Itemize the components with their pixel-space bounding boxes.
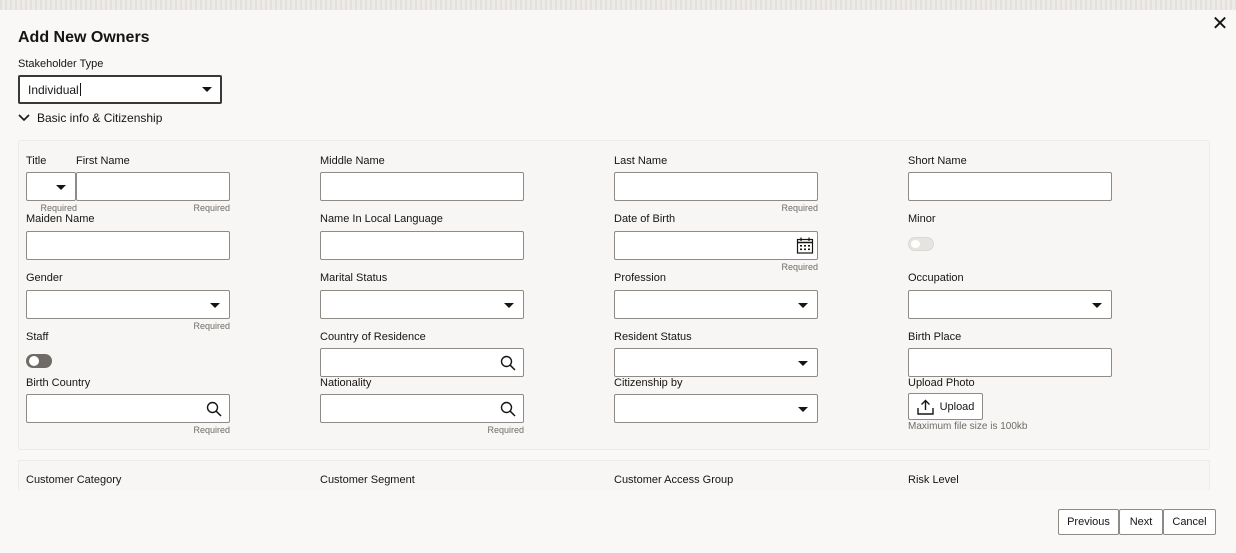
- short-name-input[interactable]: [908, 172, 1112, 201]
- stakeholder-type-select[interactable]: Individual: [18, 75, 222, 104]
- next-button[interactable]: Next: [1119, 509, 1163, 535]
- upload-icon: [916, 399, 934, 415]
- middle-name-label: Middle Name: [320, 155, 385, 167]
- birth-place-label: Birth Place: [908, 331, 962, 343]
- gender-select[interactable]: [26, 290, 230, 319]
- citizenship-by-label: Citizenship by: [614, 377, 683, 389]
- title-select[interactable]: [26, 172, 76, 201]
- section-label: Basic info & Citizenship: [37, 111, 163, 125]
- staff-label: Staff: [26, 331, 49, 343]
- marital-status-label: Marital Status: [320, 272, 388, 284]
- birth-country-input[interactable]: [26, 394, 230, 423]
- stakeholder-type-value: Individual: [28, 83, 79, 97]
- nationality-input[interactable]: [320, 394, 524, 423]
- last-name-input[interactable]: [614, 172, 818, 201]
- previous-button[interactable]: Previous: [1058, 509, 1119, 535]
- title-required: Required: [40, 203, 77, 213]
- name-local-label: Name In Local Language: [320, 213, 443, 225]
- maiden-name-label: Maiden Name: [26, 213, 95, 225]
- profession-select[interactable]: [614, 290, 818, 319]
- resident-status-select[interactable]: [614, 348, 818, 377]
- nationality-label: Nationality: [320, 377, 372, 389]
- maiden-name-input[interactable]: [26, 231, 230, 260]
- upload-hint: Maximum file size is 100kb: [908, 421, 1028, 432]
- occupation-label: Occupation: [908, 272, 964, 284]
- customer-category-label: Customer Category: [26, 474, 122, 486]
- dob-required: Required: [781, 262, 818, 272]
- customer-segment-label: Customer Segment: [320, 474, 415, 486]
- dob-input[interactable]: [614, 231, 818, 260]
- chevron-down-icon: [202, 87, 212, 92]
- last-name-required: Required: [781, 203, 818, 213]
- chevron-down-icon: [18, 114, 30, 122]
- name-local-input[interactable]: [320, 231, 524, 260]
- occupation-select[interactable]: [908, 290, 1112, 319]
- search-icon[interactable]: [500, 355, 516, 371]
- section-toggle-basic-info[interactable]: Basic info & Citizenship: [18, 111, 162, 125]
- upload-button[interactable]: Upload: [908, 393, 983, 420]
- stakeholder-type-label: Stakeholder Type: [18, 58, 104, 70]
- birth-place-input[interactable]: [908, 348, 1112, 377]
- staff-toggle[interactable]: [26, 354, 52, 368]
- country-residence-input[interactable]: [320, 348, 524, 377]
- dob-label: Date of Birth: [614, 213, 676, 225]
- upload-photo-label: Upload Photo: [908, 377, 975, 389]
- top-strip: [0, 0, 1236, 10]
- gender-required: Required: [193, 321, 230, 331]
- marital-status-select[interactable]: [320, 290, 524, 319]
- dialog-title: Add New Owners: [18, 29, 150, 46]
- upload-button-label: Upload: [939, 400, 975, 413]
- short-name-label: Short Name: [908, 155, 967, 167]
- cancel-button[interactable]: Cancel: [1163, 509, 1216, 535]
- first-name-label: First Name: [76, 155, 130, 167]
- citizenship-by-select[interactable]: [614, 394, 818, 423]
- gender-label: Gender: [26, 272, 63, 284]
- first-name-required: Required: [193, 203, 230, 213]
- search-icon[interactable]: [500, 401, 516, 417]
- resident-status-label: Resident Status: [614, 331, 692, 343]
- country-residence-label: Country of Residence: [320, 331, 426, 343]
- minor-label: Minor: [908, 213, 936, 225]
- profession-label: Profession: [614, 272, 666, 284]
- birth-country-label: Birth Country: [26, 377, 91, 389]
- nationality-required: Required: [487, 425, 524, 435]
- calendar-icon[interactable]: [796, 237, 814, 254]
- title-label: Title: [26, 155, 47, 167]
- risk-level-label: Risk Level: [908, 474, 959, 486]
- minor-toggle[interactable]: [908, 237, 934, 251]
- close-icon[interactable]: ✕: [1210, 14, 1230, 34]
- customer-access-group-label: Customer Access Group: [614, 474, 734, 486]
- middle-name-input[interactable]: [320, 172, 524, 201]
- first-name-input[interactable]: [76, 172, 230, 201]
- birth-country-required: Required: [193, 425, 230, 435]
- last-name-label: Last Name: [614, 155, 668, 167]
- search-icon[interactable]: [206, 401, 222, 417]
